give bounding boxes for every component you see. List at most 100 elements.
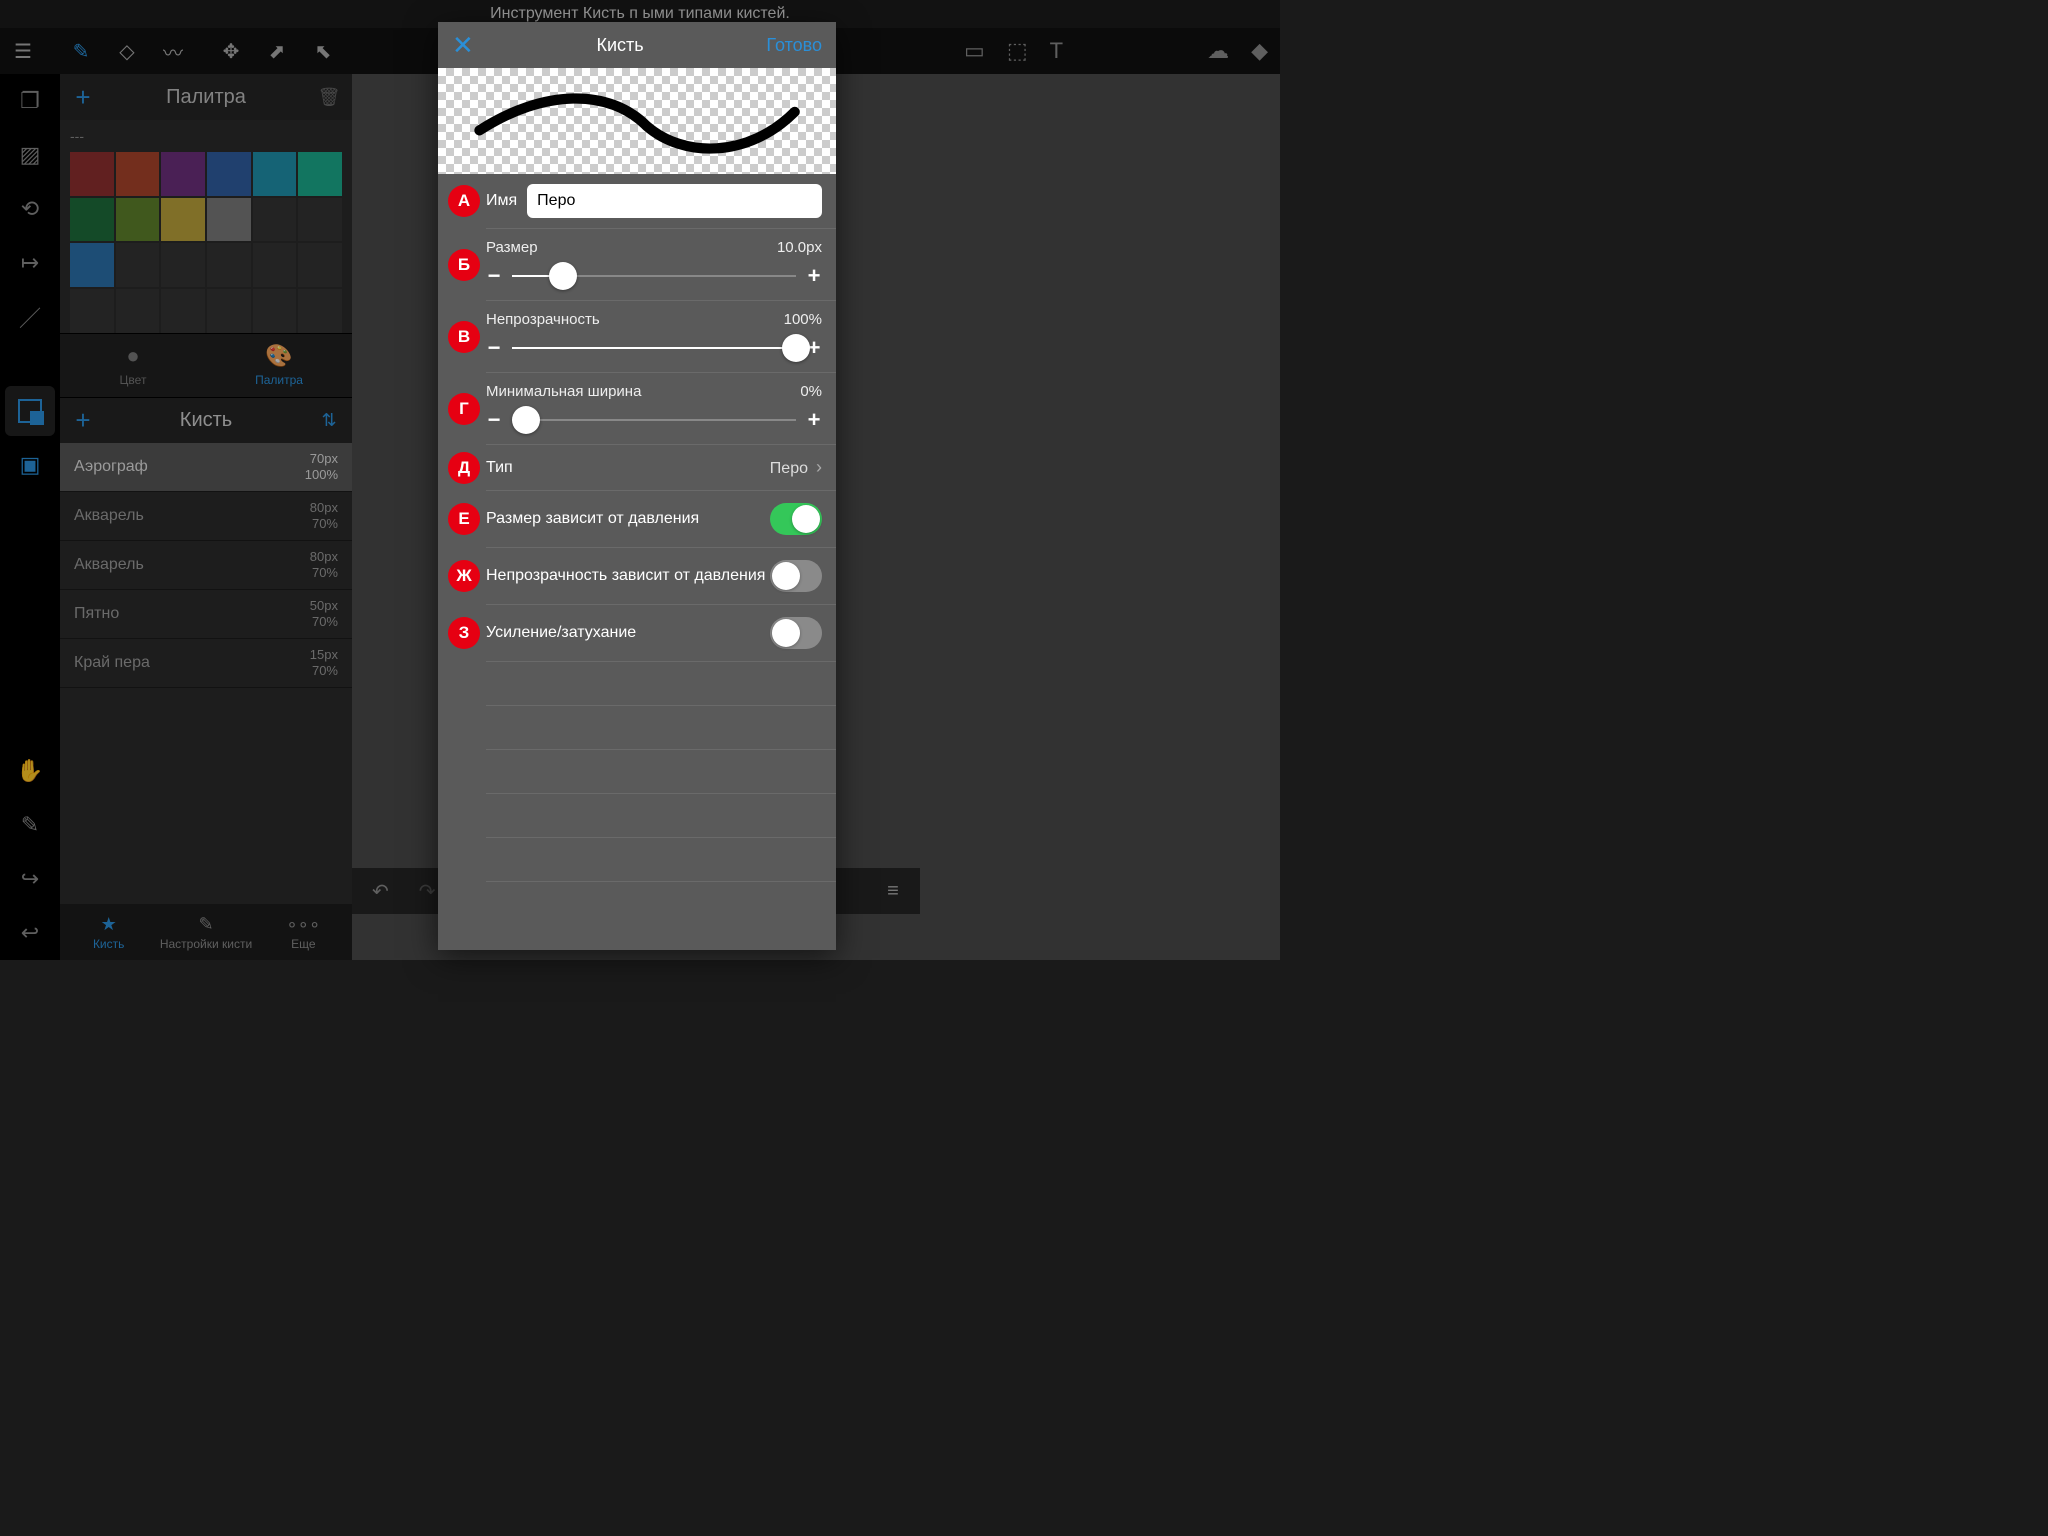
brush-name: Акварель [74, 507, 144, 525]
action-menu-button[interactable]: ≡ [866, 868, 920, 914]
add-brush-button[interactable]: + [60, 405, 106, 436]
distort-tool-icon[interactable]: ⬉ [300, 28, 346, 74]
brush-list-item[interactable]: Акварель80px70% [60, 541, 352, 590]
size-minus-button[interactable]: − [486, 263, 502, 289]
palette-swatch[interactable] [207, 198, 251, 242]
palette-swatch[interactable] [161, 152, 205, 196]
brush-tool-icon[interactable]: ✎ [58, 28, 104, 74]
undo-icon[interactable]: ↩ [5, 908, 55, 958]
tab-settings-label: Настройки кисти [160, 937, 252, 951]
selection-icon[interactable]: ▨ [5, 130, 55, 180]
palette-swatch[interactable] [161, 289, 205, 333]
add-palette-button[interactable]: + [60, 82, 106, 113]
palette-swatch[interactable] [70, 243, 114, 287]
palette-swatch[interactable] [70, 198, 114, 242]
palette-swatch[interactable] [253, 152, 297, 196]
minwidth-plus-button[interactable]: + [806, 407, 822, 433]
palette-swatch[interactable] [298, 289, 342, 333]
redo-icon[interactable]: ↪ [5, 854, 55, 904]
palette-swatch[interactable] [116, 198, 160, 242]
redo-button[interactable]: ↷ [419, 879, 436, 904]
palette-header: + Палитра 🗑 [60, 74, 352, 120]
palette-swatch[interactable] [298, 198, 342, 242]
tab-brush-settings[interactable]: ✎Настройки кисти [157, 904, 254, 960]
fade-switch[interactable] [770, 617, 822, 649]
palette-title: Палитра [106, 86, 306, 109]
palette-swatch[interactable] [161, 198, 205, 242]
size-label: Размер [486, 239, 538, 256]
layout-icon[interactable]: ▭ [964, 38, 985, 64]
minwidth-label: Минимальная ширина [486, 383, 641, 400]
tab-more[interactable]: ∘∘∘Еще [255, 904, 352, 960]
left-rail: ❐ ▨ ⟲ ↦ ／ ▣ ✋ ✎ ↪ ↩ [0, 74, 60, 960]
brush-name-input[interactable] [527, 184, 822, 218]
pressure-size-switch[interactable] [770, 503, 822, 535]
palette-swatch[interactable] [253, 289, 297, 333]
palette-swatch[interactable] [116, 152, 160, 196]
palette-swatch[interactable] [253, 243, 297, 287]
palette-swatch[interactable] [207, 152, 251, 196]
smudge-tool-icon[interactable]: 〰 [150, 28, 196, 74]
palette-swatch[interactable] [253, 198, 297, 242]
tab-brush-label: Кисть [93, 937, 124, 951]
palette-swatch[interactable] [70, 152, 114, 196]
brush-list-item[interactable]: Пятно50px70% [60, 590, 352, 639]
sort-brush-icon[interactable]: ⇅ [306, 410, 352, 431]
tab-color[interactable]: ●Цвет [60, 334, 206, 397]
opacity-slider[interactable] [512, 334, 796, 362]
brush-list-item[interactable]: Аэрограф70px100% [60, 443, 352, 492]
brush-list-item[interactable]: Край пера15px70% [60, 639, 352, 688]
eraser-tool-icon[interactable]: ◇ [104, 28, 150, 74]
guide-icon[interactable]: ↦ [5, 238, 55, 288]
blank-row [486, 838, 836, 882]
opacity-minus-button[interactable]: − [486, 335, 502, 361]
palette-swatch[interactable] [207, 289, 251, 333]
palette-swatch[interactable] [161, 243, 205, 287]
brush-header: + Кисть ⇅ [60, 397, 352, 443]
layers-icon[interactable]: ◆ [1251, 38, 1268, 64]
type-row[interactable]: Д Тип Перо› [486, 445, 836, 491]
brush-name: Пятно [74, 605, 119, 623]
minwidth-slider[interactable] [512, 406, 796, 434]
palette-swatch[interactable] [298, 243, 342, 287]
badge-b: Б [448, 249, 480, 281]
brush-stats: 15px70% [310, 647, 338, 679]
size-slider[interactable] [512, 262, 796, 290]
close-icon[interactable]: ✕ [452, 30, 474, 61]
palette-swatch[interactable] [298, 152, 342, 196]
hand-tool-icon[interactable]: ✋ [5, 746, 55, 796]
chat-icon[interactable]: ☁ [1207, 38, 1229, 64]
rotate-icon[interactable]: ⟲ [5, 184, 55, 234]
palette-panel-icon[interactable]: ▣ [5, 440, 55, 490]
text-tool-icon[interactable]: T [1050, 38, 1063, 64]
size-plus-button[interactable]: + [806, 263, 822, 289]
move-tool-icon[interactable]: ✥ [208, 28, 254, 74]
palette-swatch[interactable] [116, 289, 160, 333]
eyedropper-icon[interactable]: ✎ [5, 800, 55, 850]
menu-icon[interactable]: ☰ [0, 28, 46, 74]
tab-palette-label: Палитра [255, 373, 303, 387]
brush-panel-title: Кисть [106, 409, 306, 432]
type-value: Перо [770, 460, 808, 477]
pressure-opacity-switch[interactable] [770, 560, 822, 592]
brush-list-item[interactable]: Акварель80px70% [60, 492, 352, 541]
badge-z: З [448, 617, 480, 649]
select-icon[interactable]: ⬚ [1007, 38, 1028, 64]
undo-button[interactable]: ↶ [372, 879, 389, 904]
type-label: Тип [486, 459, 513, 477]
done-button[interactable]: Готово [766, 35, 822, 56]
color-panel-icon[interactable] [5, 386, 55, 436]
name-field-row: А Имя [486, 174, 836, 229]
tab-brush[interactable]: ★Кисть [60, 904, 157, 960]
copy-icon[interactable]: ❐ [5, 76, 55, 126]
palette-swatch[interactable] [207, 243, 251, 287]
palette-swatch[interactable] [70, 289, 114, 333]
draw-icon[interactable]: ／ [5, 292, 55, 342]
modal-title: Кисть [474, 35, 767, 56]
tab-palette[interactable]: 🎨Палитра [206, 334, 352, 397]
palette-swatch[interactable] [116, 243, 160, 287]
transform-tool-icon[interactable]: ⬈ [254, 28, 300, 74]
minwidth-minus-button[interactable]: − [486, 407, 502, 433]
minwidth-value: 0% [800, 383, 822, 400]
delete-palette-icon[interactable]: 🗑 [306, 87, 352, 108]
